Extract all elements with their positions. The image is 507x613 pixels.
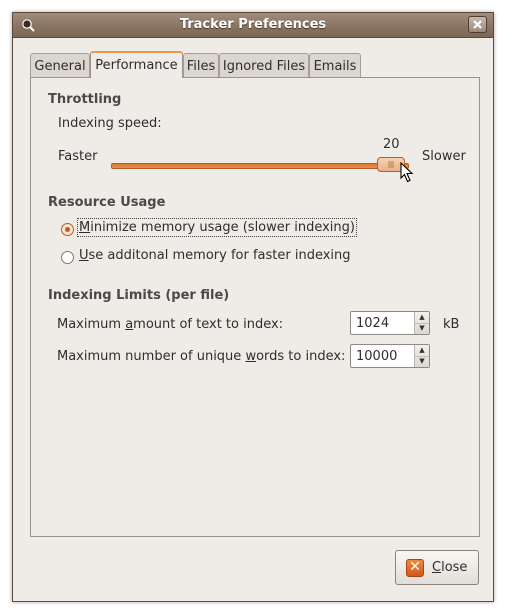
additional-memory-radio[interactable] (61, 251, 74, 264)
throttling-heading: Throttling (48, 92, 122, 107)
additional-memory-label[interactable]: Use additonal memory for faster indexing (79, 248, 351, 263)
max-text-value[interactable]: 1024 (356, 316, 389, 331)
indexing-speed-label: Indexing speed: (58, 116, 162, 131)
minimize-memory-text: inimize memory usage (slower indexing) (90, 220, 355, 235)
max-text-post: mount of text to index: (133, 317, 284, 332)
max-text-spinbutton[interactable]: 1024 ▲ ▼ (350, 311, 430, 335)
mnemonic-u: U (79, 248, 89, 263)
close-icon (473, 20, 482, 29)
close-button-text: lose (441, 560, 468, 575)
close-button-label: Close (432, 560, 467, 575)
tab-files[interactable]: Files (183, 53, 219, 77)
max-text-pre: Maximum (57, 317, 126, 332)
arrow-down-icon[interactable]: ▼ (415, 356, 429, 367)
resource-usage-heading: Resource Usage (48, 195, 166, 210)
minimize-memory-radio[interactable] (61, 223, 74, 236)
close-button[interactable]: ✕ Close (395, 550, 479, 585)
preferences-window: Tracker Preferences General Performance … (12, 12, 494, 602)
mnemonic-a: a (125, 317, 134, 332)
mnemonic-c: C (432, 560, 442, 575)
mnemonic-m: M (79, 220, 91, 235)
title-bar[interactable]: Tracker Preferences (13, 13, 493, 38)
faster-label: Faster (58, 149, 98, 164)
close-x-icon: ✕ (406, 559, 424, 577)
window-title: Tracker Preferences (179, 17, 327, 32)
tab-emails[interactable]: Emails (309, 53, 361, 77)
indexing-limits-heading: Indexing Limits (per file) (48, 288, 230, 303)
mouse-pointer-icon (400, 162, 414, 183)
tab-general[interactable]: General (30, 53, 90, 77)
max-words-value[interactable]: 10000 (356, 349, 397, 364)
arrow-down-icon[interactable]: ▼ (415, 323, 429, 334)
max-text-stepper: ▲ ▼ (414, 312, 429, 334)
max-words-pre: Maximum number of unique (57, 349, 246, 364)
additional-memory-text: se additonal memory for faster indexing (88, 248, 351, 263)
max-text-label: Maximum amount of text to index: (57, 317, 283, 332)
performance-panel: Throttling Indexing speed: Faster Slower (30, 77, 480, 537)
minimize-memory-label[interactable]: Minimize memory usage (slower indexing) (77, 218, 357, 237)
max-words-label: Maximum number of unique words to index: (57, 349, 345, 364)
kb-unit-label: kB (443, 317, 460, 332)
tab-ignored-files[interactable]: Ignored Files (219, 53, 309, 77)
max-words-post: ords to index: (256, 349, 346, 364)
indexing-speed-value: 20 (383, 137, 400, 152)
mnemonic-w: w (245, 349, 257, 364)
max-words-spinbutton[interactable]: 10000 ▲ ▼ (350, 344, 430, 368)
tab-performance[interactable]: Performance (90, 51, 183, 78)
max-words-stepper: ▲ ▼ (414, 345, 429, 367)
indexing-speed-slider[interactable] (111, 163, 409, 169)
close-window-button[interactable] (468, 16, 487, 33)
slower-label: Slower (422, 149, 466, 164)
